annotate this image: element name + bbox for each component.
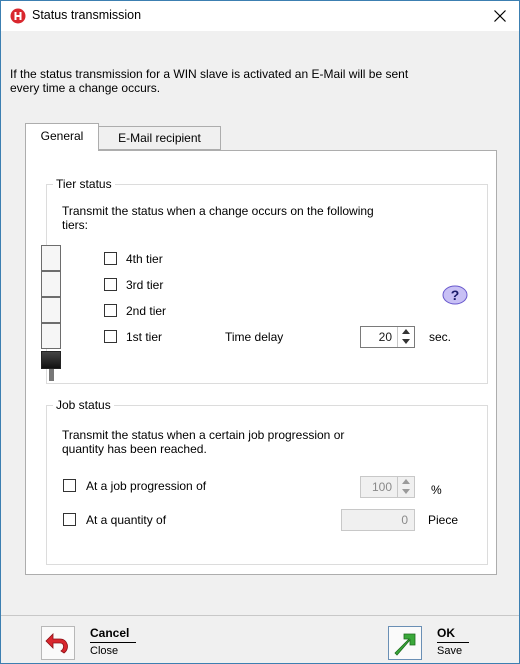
ok-underline (437, 642, 469, 643)
ok-subtitle: Save (437, 645, 463, 657)
checkbox-2nd-tier[interactable] (104, 304, 117, 317)
job-status-description: Transmit the status when a certain job p… (62, 428, 344, 456)
label-job-progression: At a job progression of (86, 479, 207, 493)
app-logo-icon (10, 8, 26, 24)
arrow-down-icon (402, 339, 410, 344)
cancel-button[interactable]: Cancel Close (41, 626, 141, 662)
label-2nd-tier: 2nd tier (126, 304, 167, 318)
checkbox-job-progression[interactable] (63, 479, 76, 492)
job-progression-value: 100 (371, 480, 392, 494)
job-desc-line-1: Transmit the status when a certain job p… (62, 428, 345, 442)
tier-status-title: Tier status (53, 177, 115, 191)
tab-general[interactable]: General (25, 123, 99, 151)
arrow-up-icon (402, 329, 410, 334)
window-title: Status transmission (32, 8, 142, 22)
time-delay-stepper[interactable]: 20 (360, 326, 415, 348)
label-4th-tier: 4th tier (126, 252, 163, 266)
checkbox-4th-tier[interactable] (104, 252, 117, 265)
tier-desc-line-2: tiers: (62, 218, 89, 232)
job-progression-unit: % (431, 483, 442, 497)
time-delay-value: 20 (378, 330, 392, 344)
checkbox-1st-tier[interactable] (104, 330, 117, 343)
close-window-button[interactable] (485, 1, 515, 31)
checkbox-quantity[interactable] (63, 513, 76, 526)
dialog-window: Status transmission If the status transm… (0, 0, 520, 664)
intro-line-1: If the status transmission for a WIN sla… (10, 67, 409, 81)
time-delay-down-button[interactable] (398, 337, 414, 347)
time-delay-label: Time delay (225, 330, 284, 344)
time-delay-up-button[interactable] (398, 327, 414, 337)
cancel-subtitle: Close (90, 645, 119, 657)
arrow-down-icon (402, 489, 410, 494)
quantity-input[interactable]: 0 (341, 509, 415, 531)
ok-title: OK (437, 626, 455, 640)
svg-text:?: ? (451, 287, 460, 303)
check-arrow-icon (388, 626, 422, 660)
intro-text: If the status transmission for a WIN sla… (10, 67, 505, 95)
label-1st-tier: 1st tier (126, 330, 163, 344)
arrow-up-icon (402, 479, 410, 484)
tab-email-recipient[interactable]: E-Mail recipient (98, 126, 221, 150)
cancel-title: Cancel (90, 626, 130, 640)
quantity-value: 0 (401, 513, 408, 527)
job-progression-down-button[interactable] (398, 487, 414, 497)
job-progression-up-button[interactable] (398, 477, 414, 487)
title-bar: Status transmission (1, 1, 519, 31)
undo-arrow-icon (41, 626, 75, 660)
job-status-title: Job status (53, 398, 114, 412)
time-delay-unit: sec. (429, 330, 452, 344)
tier-desc-line-1: Transmit the status when a change occurs… (62, 204, 374, 218)
signal-tower-icon (41, 245, 61, 385)
help-icon[interactable]: ? (442, 285, 468, 305)
ok-button[interactable]: OK Save (388, 626, 478, 662)
footer-divider (1, 615, 519, 616)
intro-line-2: every time a change occurs. (10, 81, 161, 95)
label-3rd-tier: 3rd tier (126, 278, 164, 292)
close-icon (494, 10, 506, 22)
label-quantity: At a quantity of (86, 513, 167, 527)
quantity-unit: Piece (428, 513, 459, 527)
cancel-underline (90, 642, 136, 643)
checkbox-3rd-tier[interactable] (104, 278, 117, 291)
job-desc-line-2: quantity has been reached. (62, 442, 207, 456)
tier-status-description: Transmit the status when a change occurs… (62, 204, 374, 232)
job-progression-stepper[interactable]: 100 (360, 476, 415, 498)
